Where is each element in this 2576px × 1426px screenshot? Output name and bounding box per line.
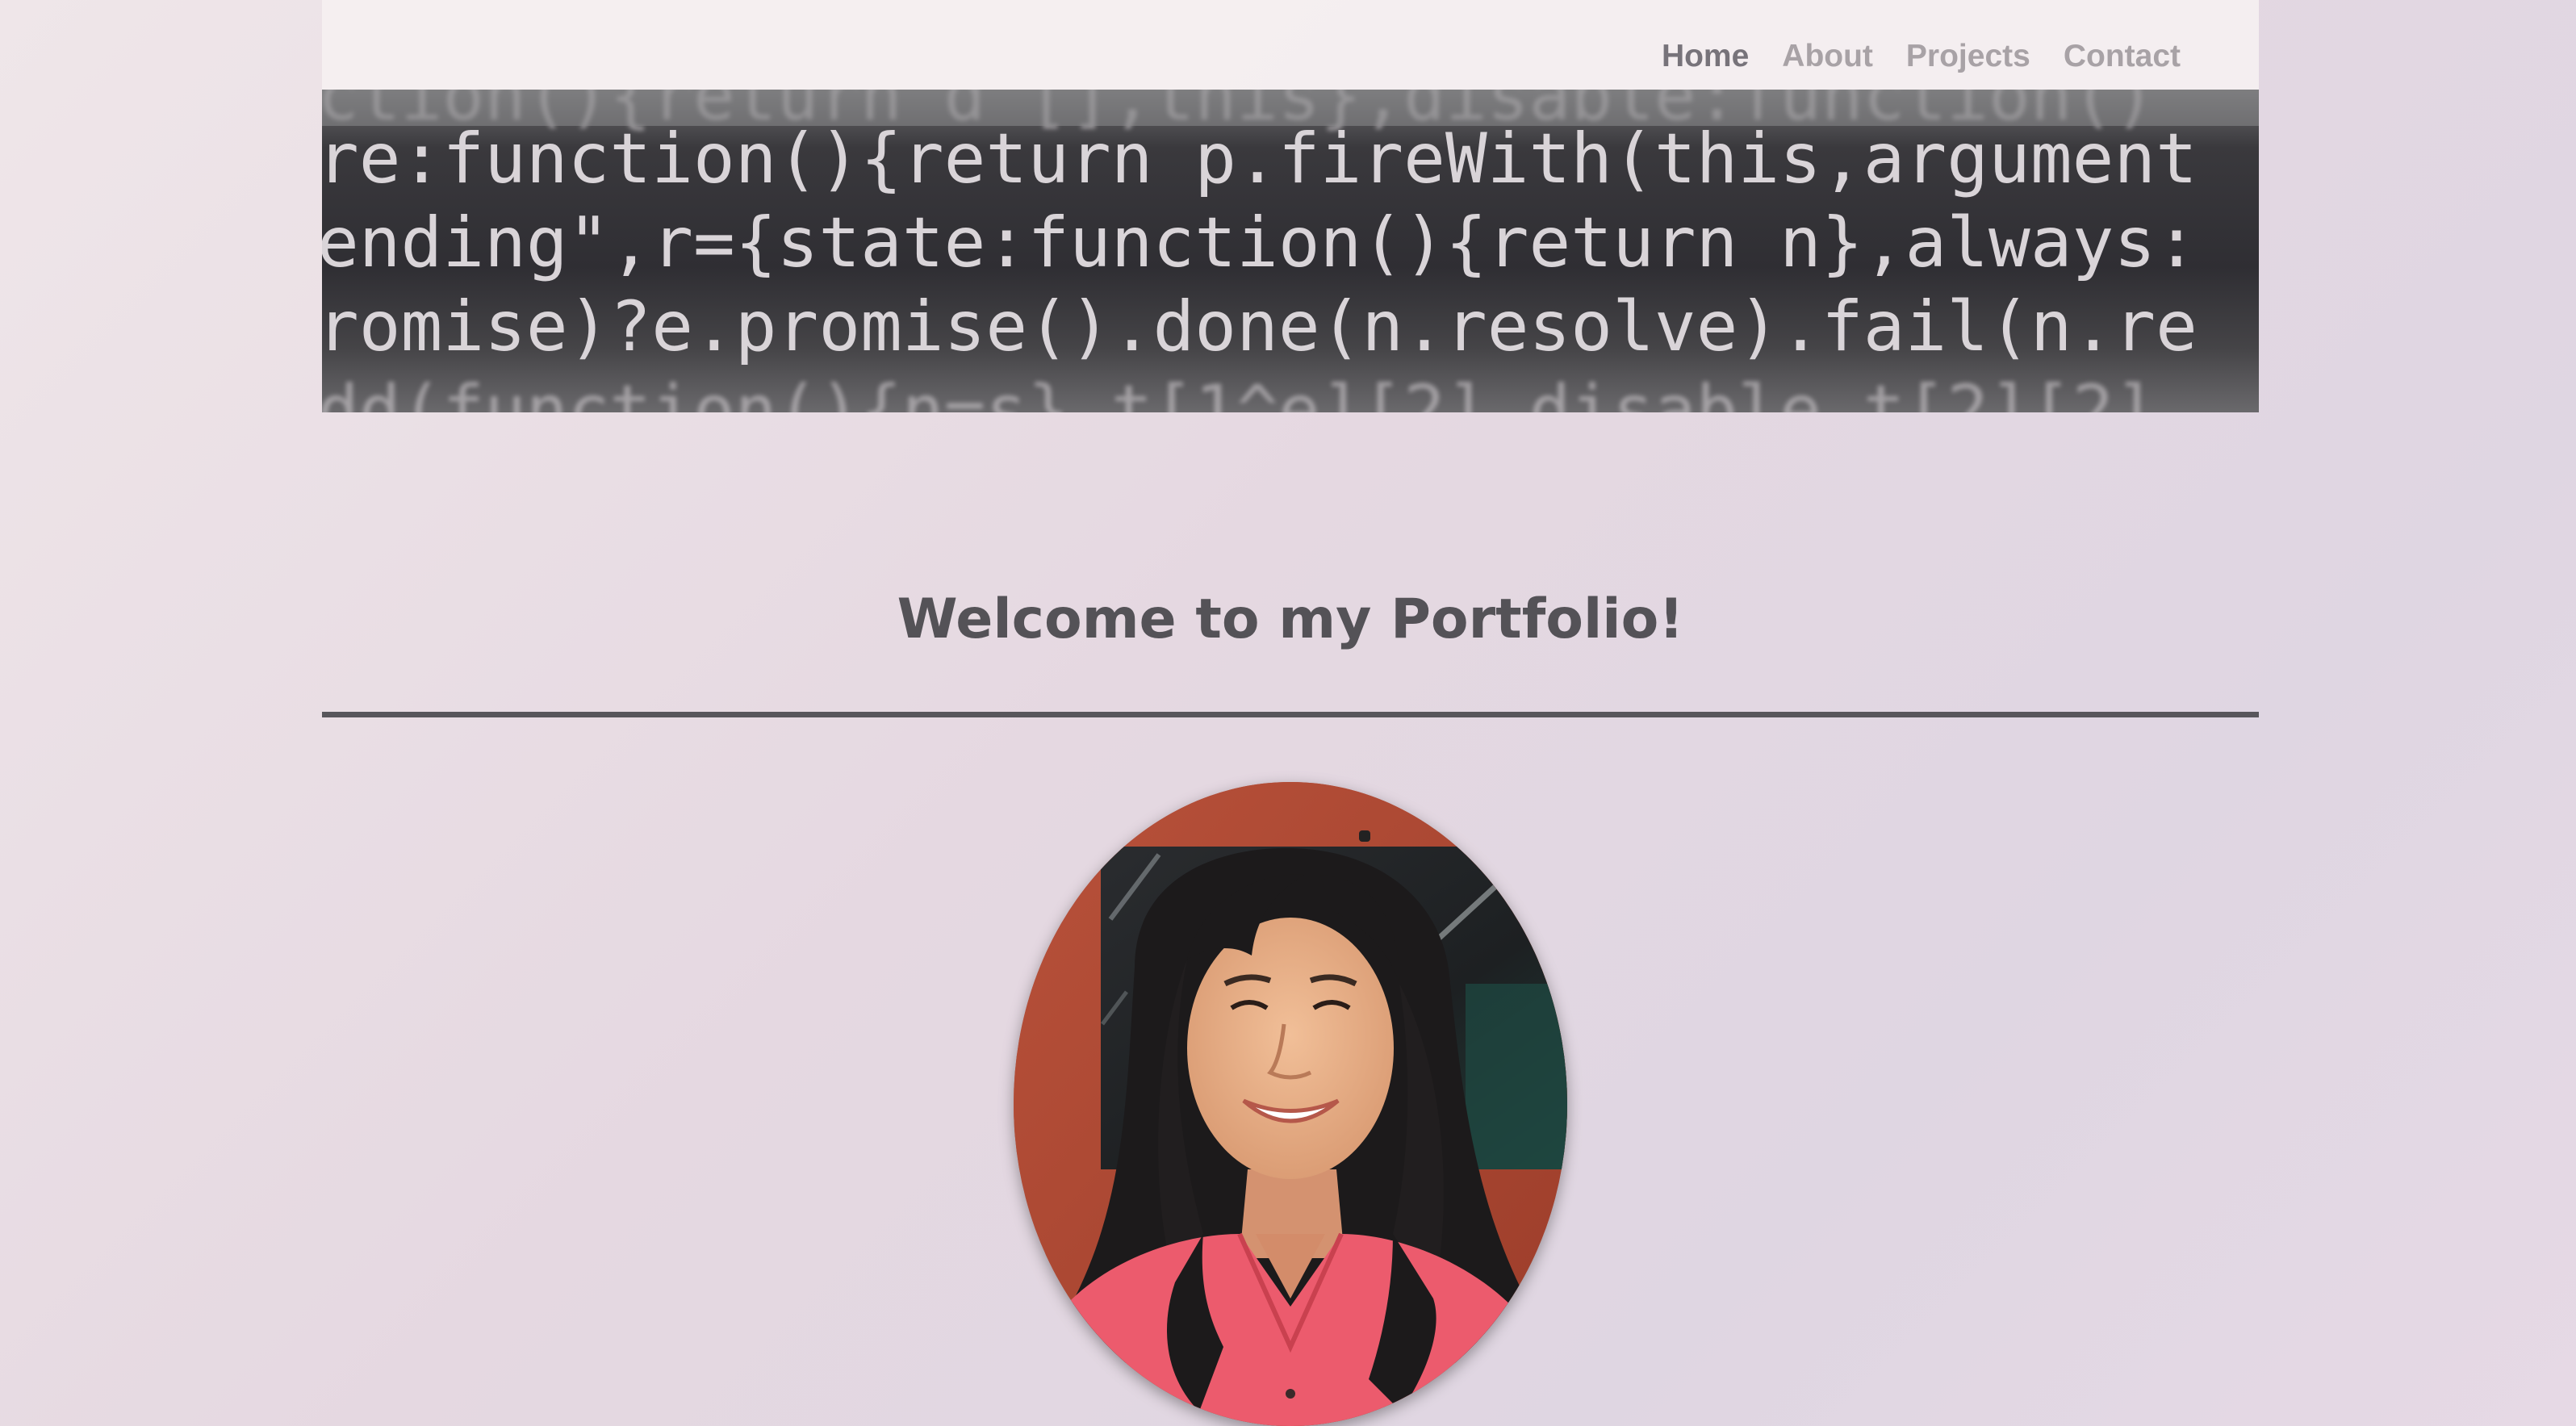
page-title: Welcome to my Portfolio! <box>897 588 1684 651</box>
profile-photo-illustration <box>1014 782 1567 1426</box>
page: Home About Projects Contact ction(){retu… <box>322 0 2259 1426</box>
navbar: Home About Projects Contact <box>322 0 2259 90</box>
code-line-5: dd(function(){n=s},t[1^e][2].disable,t[2… <box>322 370 2198 412</box>
profile-photo <box>1014 782 1567 1426</box>
nav-projects-link[interactable]: Projects <box>1906 39 2030 74</box>
code-line-2: re:function(){return p.fireWith(this,arg… <box>322 119 2198 199</box>
nav-links: Home About Projects Contact <box>1662 39 2181 74</box>
nav-contact-link[interactable]: Contact <box>2064 39 2181 74</box>
code-line-4: romise)?e.promise().done(n.resolve).fail… <box>322 286 2198 367</box>
code-banner-image: ction(){return d [],this},disable:functi… <box>322 90 2259 412</box>
heading-divider <box>322 712 2259 717</box>
nav-about-link[interactable]: About <box>1782 39 1873 74</box>
nav-home-link[interactable]: Home <box>1662 39 1749 74</box>
code-line-3: ending",r={state:function(){return n},al… <box>322 203 2198 283</box>
